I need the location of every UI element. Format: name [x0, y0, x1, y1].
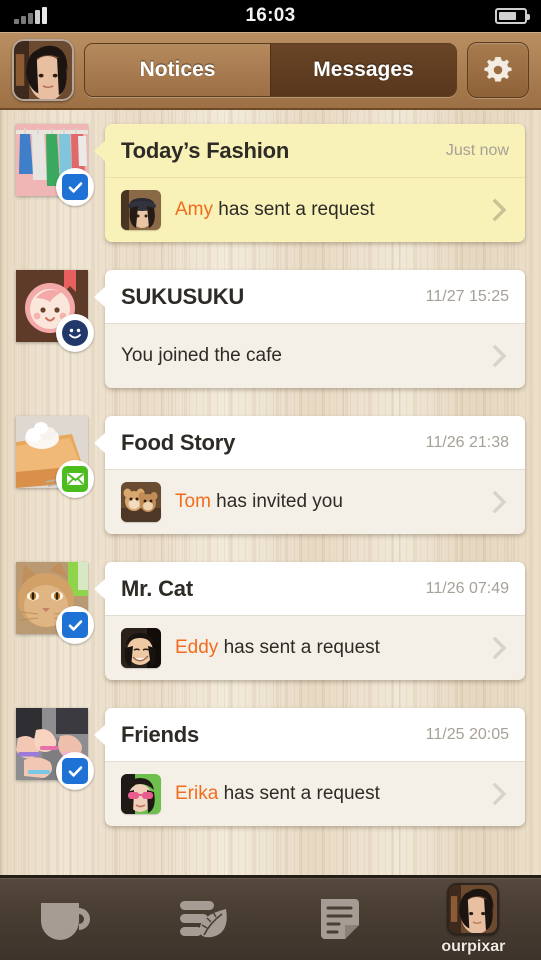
user-avatar-image — [449, 884, 498, 933]
status-bar-clock: 16:03 — [245, 5, 296, 26]
chevron-right-icon[interactable] — [491, 343, 509, 369]
smiley-glyph-icon — [69, 328, 81, 339]
message-card[interactable]: SUKUSUKU 11/27 15:25 You joined the cafe — [94, 270, 525, 388]
message-text: Tom has invited you — [175, 491, 491, 513]
message-action: has sent a request — [218, 783, 380, 804]
gear-icon — [484, 56, 512, 82]
card-title: Food Story — [121, 429, 236, 455]
profile-avatar[interactable] — [12, 39, 74, 101]
signal-bars-icon — [14, 7, 47, 24]
chevron-right-icon[interactable] — [491, 635, 509, 661]
card-title: SUKUSUKU — [121, 283, 245, 309]
card-timestamp: 11/25 20:05 — [425, 725, 509, 743]
card-timestamp: Just now — [445, 141, 509, 159]
mail-badge-icon — [56, 460, 94, 498]
avatar-erika[interactable] — [121, 774, 161, 814]
card-header: Mr. Cat 11/26 07:49 — [105, 562, 525, 615]
user-name-label: ourpixar — [441, 937, 506, 955]
tab-notices[interactable]: Notices — [85, 44, 270, 96]
avatar-tom-image — [121, 482, 161, 522]
avatar-tom[interactable] — [121, 482, 161, 522]
message-list[interactable]: Today’s Fashion Just now Amy has sent a … — [0, 110, 541, 875]
check-glyph-icon — [68, 181, 82, 193]
card-header: Today’s Fashion Just now — [105, 124, 525, 177]
card-title: Friends — [121, 721, 200, 747]
sender-name: Amy — [175, 199, 213, 220]
avatar-eddy-image — [121, 628, 161, 668]
avatar-erika-image — [121, 774, 161, 814]
chevron-right-icon[interactable] — [491, 489, 509, 515]
message-text: You joined the cafe — [121, 345, 282, 366]
avatar-amy-image — [121, 190, 161, 230]
bottom-tab-bar: ourpixar — [0, 875, 541, 960]
tab-profile[interactable]: ourpixar — [406, 878, 541, 960]
card-header: Friends 11/25 20:05 — [105, 708, 525, 761]
leaf-stack-icon — [179, 901, 227, 938]
sender-name: Erika — [175, 783, 219, 804]
card-header: SUKUSUKU 11/27 15:25 — [105, 270, 525, 323]
card-title: Mr. Cat — [121, 575, 193, 601]
card-body[interactable]: Erika has sent a request — [105, 761, 525, 826]
message-action: has sent a request — [218, 637, 380, 658]
check-badge-icon — [56, 168, 94, 206]
sender-name: Eddy — [175, 637, 219, 658]
message-text: Erika has sent a request — [175, 783, 491, 805]
card-timestamp: 11/27 15:25 — [425, 287, 509, 305]
profile-avatar-image — [14, 41, 72, 99]
message-text: Eddy has sent a request — [175, 637, 491, 659]
status-bar: 16:03 — [0, 0, 541, 32]
card-timestamp: 11/26 07:49 — [425, 579, 509, 597]
tab-messages[interactable]: Messages — [270, 44, 456, 96]
check-badge-icon — [56, 752, 94, 790]
message-action: has invited you — [210, 491, 343, 512]
coffee-cup-icon — [40, 903, 90, 940]
message-action: has sent a request — [213, 199, 375, 220]
card-body[interactable]: Amy has sent a request — [105, 177, 525, 242]
envelope-glyph-icon — [66, 473, 84, 486]
smile-badge-icon — [56, 314, 94, 352]
tab-cafe[interactable] — [0, 878, 135, 960]
avatar-eddy[interactable] — [121, 628, 161, 668]
sender-name: Tom — [175, 491, 211, 512]
check-badge-icon — [56, 606, 94, 644]
chevron-right-icon[interactable] — [491, 197, 509, 223]
note-page-icon — [321, 899, 360, 939]
avatar-amy[interactable] — [121, 190, 161, 230]
check-glyph-icon — [68, 765, 82, 777]
message-card[interactable]: Mr. Cat 11/26 07:49 Eddy has sent a requ… — [94, 562, 525, 680]
card-timestamp: 11/26 21:38 — [425, 433, 509, 451]
card-body[interactable]: Eddy has sent a request — [105, 615, 525, 680]
tab-feed[interactable] — [135, 878, 270, 960]
chevron-right-icon[interactable] — [491, 781, 509, 807]
app-header: Notices Messages — [0, 32, 541, 110]
card-title: Today’s Fashion — [121, 137, 290, 163]
message-card[interactable]: Friends 11/25 20:05 Erika has sent a req… — [94, 708, 525, 826]
message-card[interactable]: Food Story 11/26 21:38 Tom has invited y… — [94, 416, 525, 534]
message-text: Amy has sent a request — [175, 199, 491, 221]
tab-notes[interactable] — [271, 878, 406, 960]
settings-button[interactable] — [467, 42, 529, 98]
card-body[interactable]: You joined the cafe — [105, 323, 525, 388]
message-card[interactable]: Today’s Fashion Just now Amy has sent a … — [94, 124, 525, 242]
header-tabs: Notices Messages — [84, 43, 457, 97]
battery-icon — [495, 8, 530, 24]
card-body[interactable]: Tom has invited you — [105, 469, 525, 534]
check-glyph-icon — [68, 619, 82, 631]
user-avatar — [447, 882, 500, 935]
card-header: Food Story 11/26 21:38 — [105, 416, 525, 469]
